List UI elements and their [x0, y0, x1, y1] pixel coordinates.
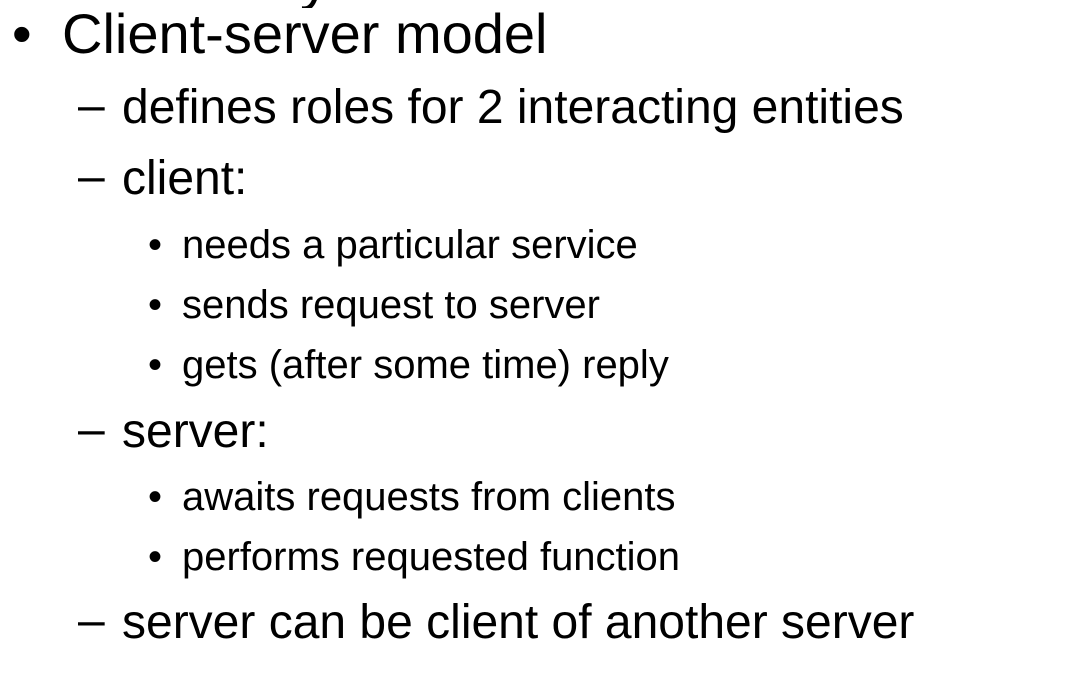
bullet-marker: •: [148, 223, 163, 267]
dash-marker: –: [78, 79, 105, 132]
bullet-text: sends request to server: [182, 283, 600, 327]
bullet-marker: •: [148, 283, 163, 327]
bullet-marker: •: [148, 475, 163, 519]
bullet-text: client:: [122, 152, 248, 205]
bullet-text: defines roles for 2 interacting entities: [122, 81, 904, 134]
bullet-text: needs a particular service: [182, 223, 638, 267]
bullet-text: performs requested function: [182, 535, 681, 579]
bullet-marker: •: [148, 343, 163, 387]
bullet-text: server can be client of another server: [122, 596, 915, 649]
dash-marker: –: [78, 594, 105, 647]
bullet-text: gets (after some time) reply: [182, 343, 669, 387]
dash-marker: –: [78, 150, 105, 203]
bullet-text: awaits requests from clients: [182, 475, 676, 519]
dash-marker: –: [78, 403, 105, 456]
bullet-marker: •: [12, 2, 32, 65]
bullet-text: Client-server model: [62, 2, 548, 65]
slide: y • Client-server model – defines roles …: [0, 0, 1080, 675]
bullet-text: server:: [122, 405, 269, 458]
bullet-marker: •: [148, 535, 163, 579]
